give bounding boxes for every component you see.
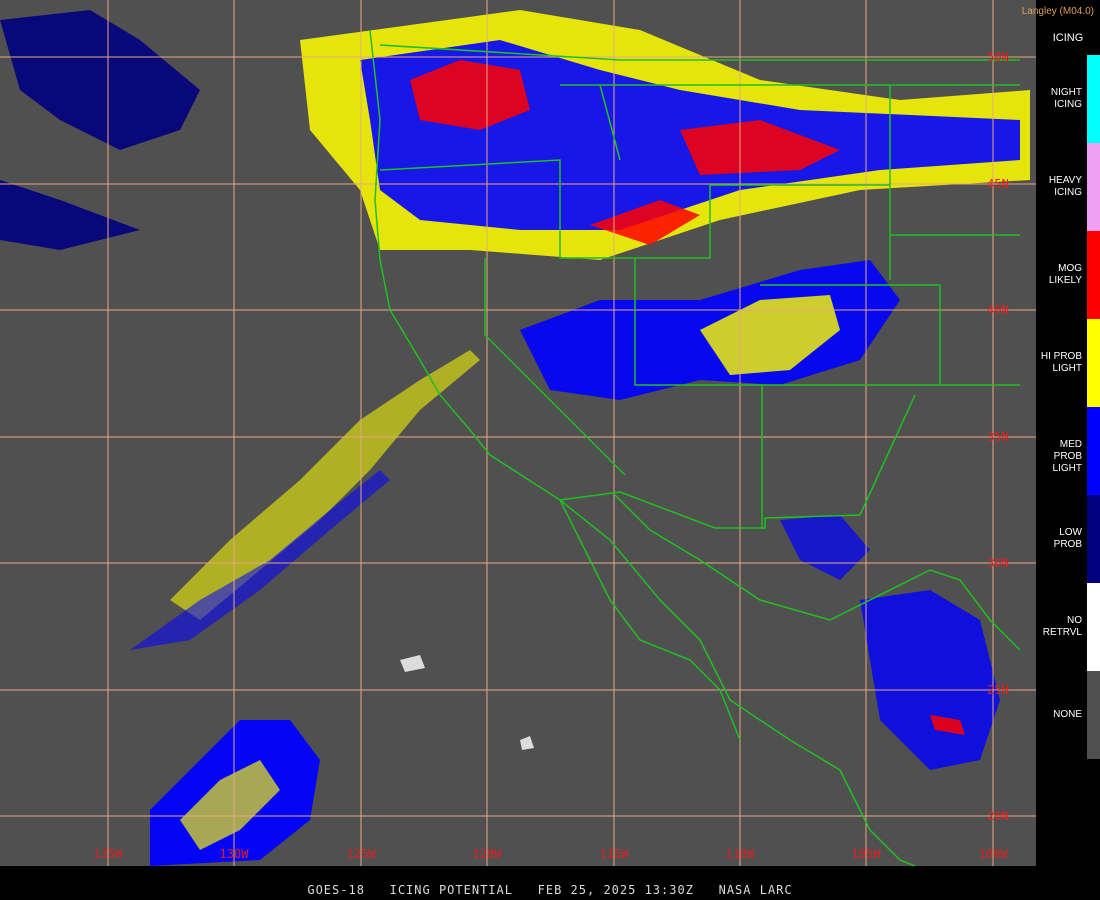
latitude-label: 20N [987, 809, 1009, 823]
legend-label: MOG LIKELY [1048, 263, 1082, 286]
legend-label: HEAVY ICING [1048, 175, 1082, 198]
latitude-label: 30N [987, 556, 1009, 570]
latitude-label: 45N [987, 177, 1009, 191]
legend-label: NIGHT ICING [1050, 87, 1082, 110]
legend-label: LOW PROB [1053, 527, 1082, 550]
legend-label: HI PROB LIGHT [1040, 351, 1082, 374]
legend-swatch [1087, 143, 1100, 231]
longitude-label: 115W [600, 847, 630, 861]
longitude-label: 110W [726, 847, 756, 861]
latitude-label: 35N [987, 430, 1009, 444]
legend-label: NO RETRVL [1042, 615, 1082, 638]
longitude-label: 135W [94, 847, 124, 861]
legend-swatch [1087, 231, 1100, 319]
longitude-label: 125W [347, 847, 377, 861]
legend-label: MED PROB LIGHT [1052, 439, 1082, 474]
legend-swatch [1087, 407, 1100, 495]
legend-swatch [1087, 583, 1100, 671]
longitude-label: 130W [220, 847, 250, 861]
latitude-label: 50N [987, 50, 1009, 64]
legend-swatch [1087, 55, 1100, 143]
latitude-label: 25N [987, 683, 1009, 697]
footer-caption: GOES-18 ICING POTENTIAL FEB 25, 2025 13:… [307, 883, 793, 897]
longitude-label: 100W [979, 847, 1009, 861]
longitude-label: 120W [473, 847, 503, 861]
latitude-label: 40N [987, 303, 1009, 317]
map-canvas: 50N 45N 40N 35N 30N 25N 20N 135W 130W 125W 120W 11… [0, 0, 1036, 866]
legend-title: ICING [1052, 32, 1084, 44]
legend-swatch [1087, 319, 1100, 407]
icing-map-view: 50N 45N 40N 35N 30N 25N 20N 135W 130W 125W 120W 11… [0, 0, 1100, 900]
legend-swatch [1087, 495, 1100, 583]
legend-swatch [1087, 671, 1100, 759]
legend-label: NONE [1053, 709, 1082, 720]
longitude-label: 105W [852, 847, 882, 861]
